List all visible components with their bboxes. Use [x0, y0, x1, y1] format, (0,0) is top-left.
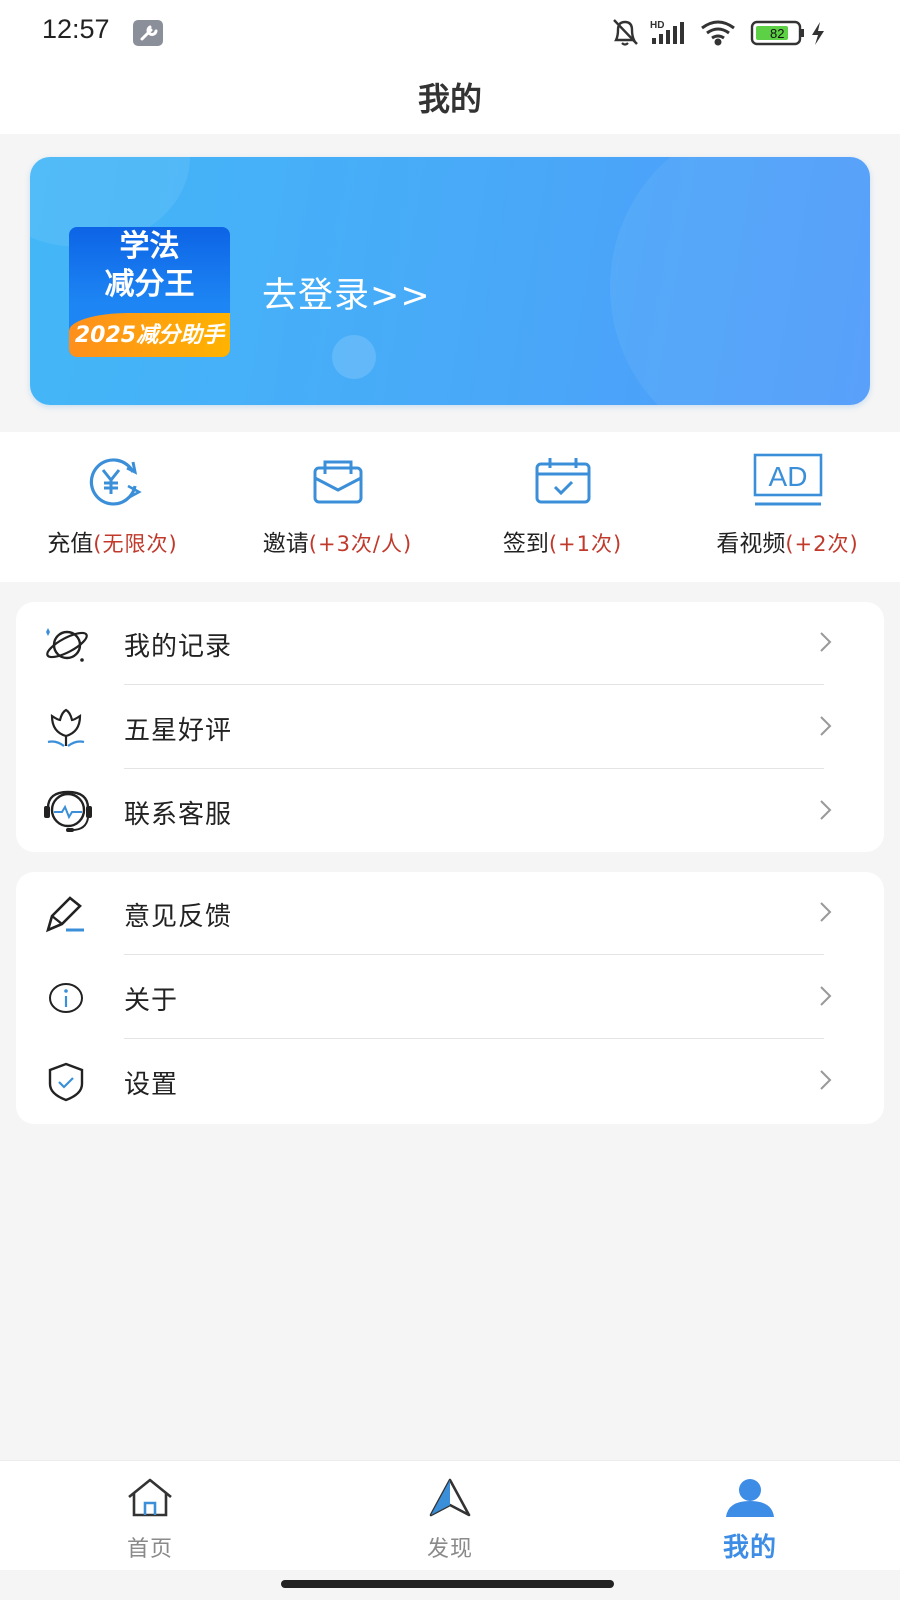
menu-label: 意见反馈 [124, 902, 233, 932]
chevron-right-icon [818, 984, 834, 1008]
divider [124, 684, 824, 685]
menu-item-feedback[interactable]: 意见反馈 [16, 872, 884, 956]
divider [124, 1038, 824, 1039]
menu-label: 我的记录 [124, 632, 233, 662]
watch-video-action[interactable]: AD 看视频(+2次) [675, 432, 900, 582]
watch-video-label: 看视频(+2次) [716, 531, 859, 557]
menu-label: 五星好评 [124, 716, 233, 746]
recharge-sub: (无限次) [93, 532, 178, 556]
yuan-refresh-icon [83, 456, 143, 512]
nav-label: 首页 [126, 1537, 173, 1562]
menu-label: 设置 [124, 1070, 179, 1100]
user-icon [724, 1477, 776, 1523]
page-header: 我的 [0, 64, 900, 134]
banner-decoration [332, 335, 376, 379]
ad-icon: AD [752, 452, 824, 516]
shield-check-icon [42, 1060, 90, 1104]
invite-action[interactable]: 邀请(+3次/人) [225, 432, 450, 582]
menu-card-secondary: 意见反馈 关于 设置 [16, 872, 884, 1124]
battery-icon: 82 [750, 20, 804, 46]
home-icon [125, 1477, 175, 1523]
nav-label: 发现 [426, 1537, 473, 1562]
login-banner[interactable]: 学法 减分王 2025减分助手 去登录>> [30, 157, 870, 405]
menu-item-about[interactable]: 关于 [16, 956, 884, 1040]
banner-decoration [610, 157, 870, 405]
page-title: 我的 [417, 80, 482, 118]
status-indicators: HD 82 [613, 19, 824, 46]
battery-level: 82 [770, 26, 784, 41]
ad-icon-text: AD [768, 461, 807, 492]
logo-text: 学法 [119, 229, 180, 264]
bottom-nav: 首页 发现 我的 [0, 1460, 900, 1570]
chevron-right-icon [818, 1068, 834, 1092]
charging-icon [812, 22, 824, 45]
login-link[interactable]: 去登录>> [262, 267, 431, 318]
pencil-icon [42, 892, 90, 936]
status-time: 12:57 [42, 14, 110, 44]
menu-label: 联系客服 [124, 800, 233, 830]
nav-tab-discover[interactable]: 发现 [300, 1461, 600, 1571]
menu-item-records[interactable]: 我的记录 [16, 602, 884, 686]
info-icon [42, 976, 90, 1020]
logo-tagline: 2025减分助手 [69, 313, 230, 357]
nav-label: 我的 [722, 1533, 777, 1563]
nav-tab-home[interactable]: 首页 [0, 1461, 300, 1571]
home-indicator[interactable] [281, 1580, 614, 1588]
envelope-icon [311, 456, 365, 510]
chevron-right-icon [818, 714, 834, 738]
divider [124, 954, 824, 955]
menu-label: 关于 [124, 986, 179, 1016]
planet-icon [42, 622, 90, 666]
recharge-action[interactable]: 充值(无限次) [0, 432, 225, 582]
chevron-right-icon [818, 630, 834, 654]
compass-arrow-icon [427, 1477, 473, 1523]
profile-page: 12:57 HD 82 我的 学法 减分王 2025减分助手 去登录>> 充值(… [0, 0, 900, 1600]
chevron-right-icon [818, 900, 834, 924]
wifi-icon [701, 20, 735, 46]
menu-item-support[interactable]: 联系客服 [16, 770, 884, 854]
mute-bell-icon [613, 19, 638, 46]
checkin-sub: (+1次) [548, 532, 623, 556]
wrench-icon [133, 20, 163, 46]
app-logo: 学法 减分王 2025减分助手 [69, 227, 230, 357]
invite-label: 邀请(+3次/人) [262, 531, 413, 557]
checkin-label: 签到(+1次) [502, 531, 623, 557]
menu-item-settings[interactable]: 设置 [16, 1040, 884, 1124]
lotus-icon [42, 706, 90, 750]
status-icons: HD 82 [610, 14, 840, 50]
nav-tab-profile[interactable]: 我的 [600, 1461, 900, 1571]
chevron-right-icon [818, 798, 834, 822]
logo-text: 减分王 [104, 267, 195, 302]
recharge-label: 充值(无限次) [47, 531, 178, 557]
invite-sub: (+3次/人) [308, 532, 413, 556]
calendar-check-icon [533, 456, 593, 510]
quick-actions: 充值(无限次) 邀请(+3次/人) 签到(+1次) AD 看视频(+2次) [0, 432, 900, 582]
menu-card-primary: 我的记录 五星好评 联系客服 [16, 602, 884, 852]
divider [124, 768, 824, 769]
menu-item-rating[interactable]: 五星好评 [16, 686, 884, 770]
status-bar: 12:57 HD 82 [0, 0, 900, 64]
headset-icon [42, 790, 92, 834]
hd-label: HD [650, 20, 664, 31]
checkin-action[interactable]: 签到(+1次) [450, 432, 675, 582]
watch-video-sub: (+2次) [785, 532, 859, 556]
